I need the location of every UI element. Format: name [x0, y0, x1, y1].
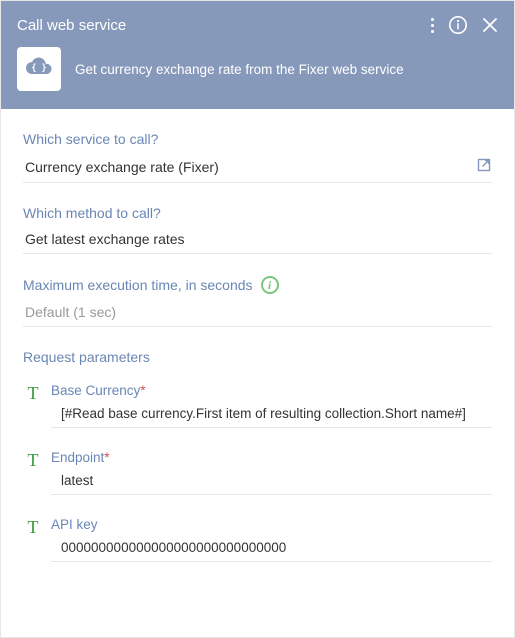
cloud-code-icon: { } — [24, 57, 54, 81]
dialog-header: Call web service — [1, 1, 514, 109]
element-icon-tile: { } — [17, 47, 61, 91]
service-label: Which service to call? — [23, 131, 492, 147]
param-value-input[interactable]: latest — [51, 473, 492, 495]
info-icon[interactable] — [448, 15, 468, 35]
open-external-icon[interactable] — [476, 157, 492, 176]
titlebar: Call web service — [17, 15, 498, 35]
method-value: Get latest exchange rates — [25, 231, 185, 247]
param-label-text: API key — [51, 517, 98, 532]
timeout-value: Default (1 sec) — [25, 304, 116, 320]
param-value-input[interactable]: 000000000000000000000000000000 — [51, 540, 492, 562]
service-field[interactable]: Currency exchange rate (Fixer) — [23, 157, 492, 183]
param-endpoint: T Endpoint* latest — [23, 450, 492, 511]
param-label-text: Base Currency — [51, 383, 140, 398]
param-label: API key — [51, 517, 492, 532]
title-actions — [431, 15, 498, 35]
info-icon[interactable]: i — [261, 276, 279, 294]
text-type-icon: T — [23, 517, 43, 536]
header-sub: { } Get currency exchange rate from the … — [17, 47, 498, 91]
more-icon[interactable] — [431, 16, 434, 34]
service-value: Currency exchange rate (Fixer) — [25, 159, 219, 175]
param-value-input[interactable]: [#Read base currency.First item of resul… — [51, 406, 492, 428]
text-type-icon: T — [23, 383, 43, 402]
method-label: Which method to call? — [23, 205, 492, 221]
timeout-label: Maximum execution time, in seconds i — [23, 276, 492, 294]
param-label-text: Endpoint — [51, 450, 104, 465]
required-marker: * — [104, 450, 109, 465]
request-params-title: Request parameters — [23, 349, 492, 365]
timeout-field[interactable]: Default (1 sec) — [23, 304, 492, 327]
required-marker: * — [140, 383, 145, 398]
param-label: Endpoint* — [51, 450, 492, 465]
param-label: Base Currency* — [51, 383, 492, 398]
dialog-subtitle: Get currency exchange rate from the Fixe… — [75, 62, 404, 77]
svg-text:{ }: { } — [31, 64, 46, 74]
param-base-currency: T Base Currency* [#Read base currency.Fi… — [23, 383, 492, 444]
method-field[interactable]: Get latest exchange rates — [23, 231, 492, 254]
text-type-icon: T — [23, 450, 43, 469]
close-icon[interactable] — [482, 17, 498, 33]
param-api-key: T API key 000000000000000000000000000000 — [23, 517, 492, 578]
timeout-label-text: Maximum execution time, in seconds — [23, 277, 253, 293]
dialog-body: Which service to call? Currency exchange… — [1, 109, 514, 594]
dialog-title: Call web service — [17, 17, 126, 34]
